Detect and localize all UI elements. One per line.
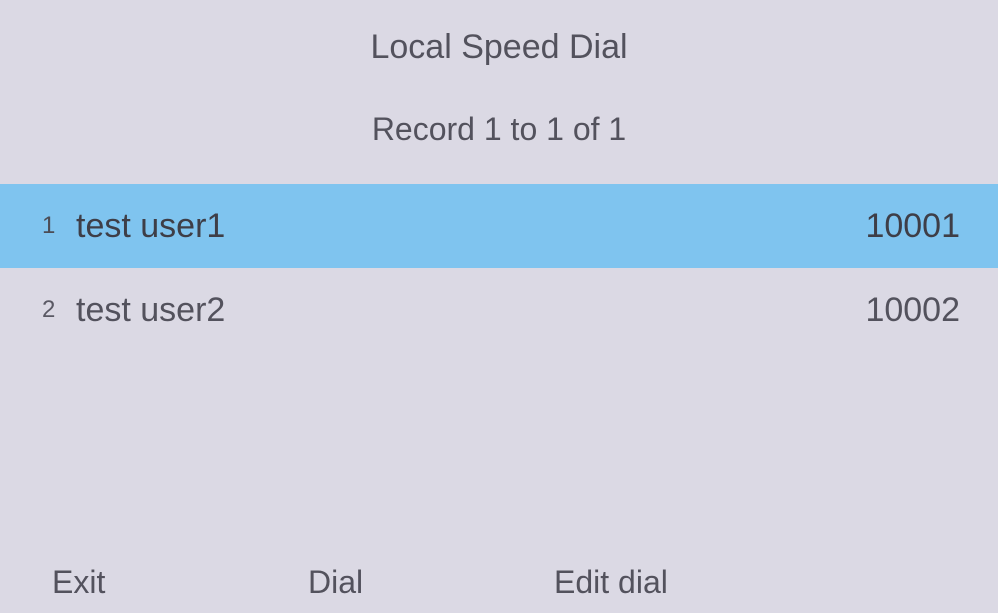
exit-button[interactable]: Exit xyxy=(0,564,274,601)
record-counter: Record 1 to 1 of 1 xyxy=(0,67,998,148)
softkey-bar: Exit Dial Edit dial xyxy=(0,564,998,613)
entry-number: 10001 xyxy=(865,207,968,246)
edit-dial-button[interactable]: Edit dial xyxy=(530,564,776,601)
speed-dial-list: 1 test user1 10001 2 test user2 10002 xyxy=(0,184,998,352)
entry-index: 2 xyxy=(42,296,70,324)
list-item[interactable]: 1 test user1 10001 xyxy=(0,184,998,268)
entry-number: 10002 xyxy=(865,291,968,330)
entry-index: 1 xyxy=(42,212,70,240)
page-title: Local Speed Dial xyxy=(0,0,998,67)
dial-button[interactable]: Dial xyxy=(274,564,530,601)
softkey-4[interactable] xyxy=(776,564,998,601)
list-item[interactable]: 2 test user2 10002 xyxy=(0,268,998,352)
entry-name: test user1 xyxy=(70,207,865,246)
entry-name: test user2 xyxy=(70,291,865,330)
